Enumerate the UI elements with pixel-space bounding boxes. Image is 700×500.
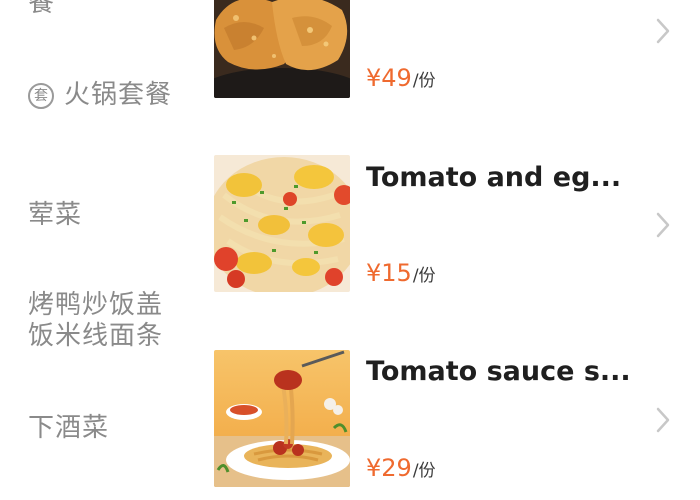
dish-price: ¥49/份 xyxy=(366,64,436,92)
dish-image-tomato-egg[interactable] xyxy=(214,155,350,292)
category-item-rice-noodles[interactable]: 烤鸭炒饭盖饭米线面条 xyxy=(28,290,178,352)
price-unit: /份 xyxy=(412,71,436,91)
price-value: ¥29 xyxy=(366,454,412,482)
category-item-hotpot-set[interactable]: 套火锅套餐 xyxy=(28,80,178,111)
chevron-right-icon[interactable] xyxy=(654,405,672,435)
category-label: 荤菜 xyxy=(28,200,83,230)
price-value: ¥49 xyxy=(366,64,412,92)
category-sidebar: 餐 套火锅套餐 荤菜 烤鸭炒饭盖饭米线面条 下酒菜 xyxy=(0,0,200,500)
price-unit: /份 xyxy=(412,461,436,481)
chevron-right-icon[interactable] xyxy=(654,210,672,240)
category-label: 下酒菜 xyxy=(28,413,110,443)
price-value: ¥15 xyxy=(366,259,412,287)
price-unit: /份 xyxy=(412,266,436,286)
dish-name[interactable]: Tomato and eg... xyxy=(366,162,656,193)
dish-name[interactable]: Tomato sauce s... xyxy=(366,356,656,387)
chevron-right-icon[interactable] xyxy=(654,16,672,46)
dish-price: ¥15/份 xyxy=(366,259,436,287)
category-item-set-meal-tail[interactable]: 餐 xyxy=(28,0,178,19)
set-meal-tag-icon: 套 xyxy=(28,83,54,109)
dish-image-tomato-spaghetti[interactable] xyxy=(214,350,350,487)
menu-screen: 餐 套火锅套餐 荤菜 烤鸭炒饭盖饭米线面条 下酒菜 ¥49/份 Tomato a… xyxy=(0,0,700,500)
category-item-drinking-snacks[interactable]: 下酒菜 xyxy=(28,413,178,444)
category-item-meat-dishes[interactable]: 荤菜 xyxy=(28,200,178,231)
dish-image-fried-chicken[interactable] xyxy=(214,0,350,98)
category-label: 火锅套餐 xyxy=(64,80,173,110)
category-label: 烤鸭炒饭盖饭米线面条 xyxy=(28,290,164,351)
dish-price: ¥29/份 xyxy=(366,454,436,482)
category-label: 餐 xyxy=(28,0,56,18)
